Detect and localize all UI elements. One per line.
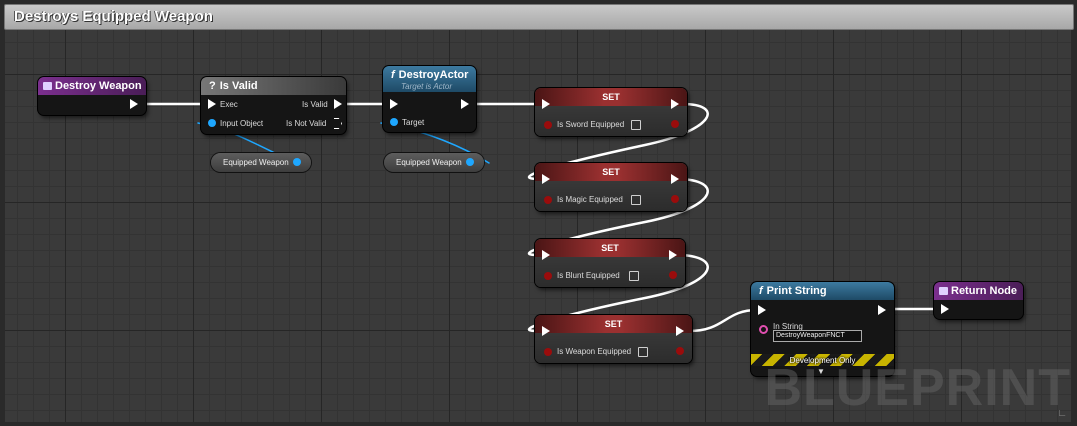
is-valid-out-pin[interactable]: [334, 99, 342, 109]
exec-out-pin[interactable]: [669, 250, 677, 260]
exec-in-pin[interactable]: [208, 99, 216, 109]
node-destroy-actor-title: DestroyActor: [398, 69, 469, 81]
node-return-title: Return Node: [951, 285, 1017, 297]
in-string-field[interactable]: DestroyWeaponFNCT: [773, 330, 862, 342]
set-variable-label: Is Sword Equipped: [557, 120, 625, 129]
target-pin[interactable]: [390, 118, 398, 126]
exec-in-pin[interactable]: [542, 250, 550, 260]
set-variable-label: Is Weapon Equipped: [557, 347, 632, 356]
in-string-pin[interactable]: [759, 325, 768, 334]
node-is-valid[interactable]: ? Is Valid Exec Is Valid Input Object Is …: [201, 77, 346, 134]
is-not-valid-label: Is Not Valid: [286, 119, 327, 128]
equipped-weapon-getter-1[interactable]: Equipped Weapon: [211, 153, 311, 172]
bool-in-pin[interactable]: [544, 121, 552, 129]
target-label: Target: [402, 118, 425, 127]
object-out-pin[interactable]: [293, 158, 301, 166]
is-valid-label: Is Valid: [302, 100, 328, 109]
set-title: SET: [602, 167, 620, 177]
function-icon: f: [759, 285, 763, 297]
exec-out-pin[interactable]: [671, 99, 679, 109]
node-is-valid-header: ? Is Valid: [201, 77, 346, 95]
input-object-label: Input Object: [220, 119, 264, 128]
exec-out-pin[interactable]: [676, 326, 684, 336]
bool-checkbox[interactable]: [631, 195, 641, 205]
object-out-pin[interactable]: [466, 158, 474, 166]
node-destroy-weapon[interactable]: Destroy Weapon: [38, 77, 146, 115]
node-return[interactable]: Return Node: [934, 282, 1023, 319]
exec-in-pin[interactable]: [542, 326, 550, 336]
node-is-valid-title: Is Valid: [219, 80, 258, 92]
bool-checkbox[interactable]: [631, 120, 641, 130]
exec-in-pin[interactable]: [542, 174, 550, 184]
set-title: SET: [602, 92, 620, 102]
exec-out-pin[interactable]: [130, 99, 138, 109]
set-variable-label: Is Magic Equipped: [557, 195, 623, 204]
node-destroy-weapon-header: Destroy Weapon: [38, 77, 146, 95]
equipped-weapon-getter-2[interactable]: Equipped Weapon: [384, 153, 484, 172]
exec-in-pin[interactable]: [542, 99, 550, 109]
node-return-header: Return Node: [934, 282, 1023, 300]
bool-out-pin[interactable]: [676, 347, 684, 355]
bool-in-pin[interactable]: [544, 196, 552, 204]
exec-in-pin[interactable]: [390, 99, 398, 109]
resize-grip-icon[interactable]: ∟: [1057, 408, 1067, 419]
node-destroy-weapon-title: Destroy Weapon: [55, 80, 142, 92]
graph-title: Destroys Equipped Weapon: [14, 8, 213, 25]
exec-out-pin[interactable]: [671, 174, 679, 184]
function-return-icon: [939, 287, 948, 295]
question-icon: ?: [209, 80, 216, 92]
bool-out-pin[interactable]: [671, 195, 679, 203]
bool-checkbox[interactable]: [629, 271, 639, 281]
exec-label: Exec: [220, 100, 238, 109]
node-set-sword[interactable]: SET Is Sword Equipped: [535, 88, 687, 136]
node-destroy-actor-header: f DestroyActor Target is Actor: [383, 66, 476, 92]
node-destroy-actor-subtitle: Target is Actor: [401, 82, 452, 91]
input-object-pin[interactable]: [208, 119, 216, 127]
exec-in-pin[interactable]: [941, 304, 949, 314]
node-print-string-title: Print String: [766, 285, 827, 297]
exec-out-pin[interactable]: [878, 305, 886, 315]
set-title: SET: [601, 243, 619, 253]
set-title: SET: [604, 319, 623, 329]
bool-in-pin[interactable]: [544, 272, 552, 280]
function-entry-icon: [43, 82, 52, 90]
node-set-magic[interactable]: SET Is Magic Equipped: [535, 163, 687, 211]
graph-title-bar: Destroys Equipped Weapon: [4, 4, 1074, 30]
variable-label: Equipped Weapon: [223, 158, 289, 167]
node-set-blunt[interactable]: SET Is Blunt Equipped: [535, 239, 685, 287]
function-icon: f: [391, 69, 395, 81]
set-variable-label: Is Blunt Equipped: [557, 271, 620, 280]
exec-out-pin[interactable]: [461, 99, 469, 109]
node-destroy-actor[interactable]: f DestroyActor Target is Actor Target: [383, 66, 476, 132]
exec-in-pin[interactable]: [758, 305, 766, 315]
variable-label: Equipped Weapon: [396, 158, 462, 167]
bool-out-pin[interactable]: [671, 120, 679, 128]
exec-wire-7: [687, 308, 759, 333]
node-print-string-header: f Print String: [751, 282, 894, 300]
graph-canvas[interactable]: Destroy Weapon ? Is Valid Exec Is Valid I…: [5, 30, 1071, 422]
bool-out-pin[interactable]: [669, 271, 677, 279]
bool-in-pin[interactable]: [544, 348, 552, 356]
is-not-valid-out-pin[interactable]: [334, 118, 342, 129]
blueprint-watermark: BLUEPRINT: [764, 359, 1071, 417]
blueprint-editor: Destroys Equipped Weapon Destroy Weapon: [0, 0, 1077, 426]
node-set-weapon[interactable]: SET Is Weapon Equipped: [535, 315, 692, 363]
bool-checkbox[interactable]: [638, 347, 648, 357]
